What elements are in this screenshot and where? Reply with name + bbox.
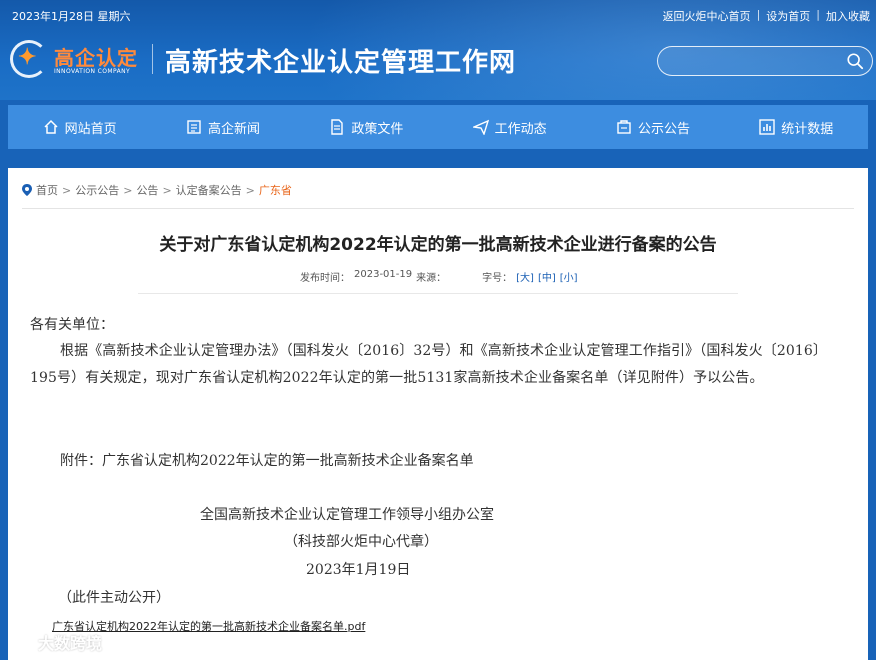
logo-divider xyxy=(152,44,153,74)
divider xyxy=(138,293,738,294)
breadcrumb-current: 广东省 xyxy=(258,184,292,197)
site-header: 2023年1月28日 星期六 返回火炬中心首页 | 设为首页 | 加入收藏 ✦ … xyxy=(0,0,876,100)
signature-date: 2023年1月19日 xyxy=(306,562,411,578)
search-box xyxy=(657,46,873,76)
breadcrumb: 首页 > 公示公告 > 公告 > 认定备案公告 > 广东省 xyxy=(22,182,292,198)
content-panel: 首页 > 公示公告 > 公告 > 认定备案公告 > 广东省 关于对广东省认定机构… xyxy=(8,168,868,660)
current-date: 2023年1月28日 星期六 xyxy=(12,10,131,23)
location-pin-icon xyxy=(22,184,32,196)
chart-icon xyxy=(759,119,775,135)
home-icon xyxy=(44,119,58,134)
breadcrumb-separator: > xyxy=(245,183,255,197)
main-nav: 网站首页 高企新闻 政策文件 工作动态 公示公告 统计数据 xyxy=(8,105,868,149)
font-size-large[interactable]: [大] xyxy=(516,269,534,284)
watermark-logo-icon xyxy=(8,636,30,651)
nav-item-statistics[interactable]: 统计数据 xyxy=(725,105,868,149)
notice-icon xyxy=(617,120,631,134)
divider xyxy=(22,208,854,209)
news-icon xyxy=(187,120,201,134)
document-icon xyxy=(331,119,344,135)
attachment-note: 附件：广东省认定机构2022年认定的第一批高新技术企业备案名单 xyxy=(60,453,474,469)
send-icon xyxy=(472,119,489,135)
watermark: 大数跨境 xyxy=(6,630,102,654)
signature-sub: （科技部火炬中心代章） xyxy=(284,534,438,550)
nav-item-home[interactable]: 网站首页 xyxy=(8,105,151,149)
logo-mark-icon: ✦ xyxy=(18,44,37,70)
breadcrumb-separator: > xyxy=(162,183,172,197)
logo-subtext: INNOVATION COMPANY xyxy=(54,68,131,75)
publish-date: 2023-01-19 xyxy=(354,269,413,280)
nav-item-news[interactable]: 高企新闻 xyxy=(151,105,294,149)
breadcrumb-separator: > xyxy=(62,183,72,197)
logo-text: 高企认定 xyxy=(54,46,138,70)
divider: | xyxy=(816,8,820,21)
nav-label: 政策文件 xyxy=(351,121,404,137)
signature-org: 全国高新技术企业认定管理工作领导小组办公室 xyxy=(200,507,494,523)
article-title: 关于对广东省认定机构2022年认定的第一批高新技术企业进行备案的公告 xyxy=(159,235,717,255)
watermark-text: 大数跨境 xyxy=(38,634,103,653)
font-size-medium[interactable]: [中] xyxy=(538,269,556,284)
search-input[interactable] xyxy=(668,51,838,71)
nav-label: 公示公告 xyxy=(637,121,690,137)
link-set-homepage[interactable]: 设为首页 xyxy=(766,8,810,24)
font-size-small[interactable]: [小] xyxy=(560,269,578,284)
publish-label: 发布时间： xyxy=(300,273,350,284)
font-size-label: 字号： xyxy=(482,273,513,284)
disclosure-note: （此件主动公开） xyxy=(58,590,170,606)
divider: | xyxy=(756,8,761,21)
salutation: 各有关单位： xyxy=(30,317,114,333)
site-title: 高新技术企业认定管理工作网 xyxy=(165,48,517,78)
nav-label: 高企新闻 xyxy=(207,121,260,137)
site-logo[interactable]: ✦ 高企认定 INNOVATION COMPANY xyxy=(10,36,150,80)
source-label: 来源： xyxy=(416,273,447,284)
breadcrumb-notices[interactable]: 公告 xyxy=(136,182,158,198)
link-back-to-torch-center[interactable]: 返回火炬中心首页 xyxy=(663,8,751,24)
top-links: 返回火炬中心首页 | 设为首页 | 加入收藏 xyxy=(663,8,870,24)
nav-item-updates[interactable]: 工作动态 xyxy=(438,105,581,149)
search-icon[interactable] xyxy=(846,52,864,70)
article-paragraph: 根据《高新技术企业认定管理办法》（国科发火〔2016〕32号）和《高新技术企业认… xyxy=(30,343,827,386)
nav-item-notices[interactable]: 公示公告 xyxy=(581,105,724,149)
breadcrumb-public-notices[interactable]: 公示公告 xyxy=(75,182,119,198)
breadcrumb-separator: > xyxy=(123,183,133,197)
breadcrumb-filing-notices[interactable]: 认定备案公告 xyxy=(176,182,242,198)
nav-label: 工作动态 xyxy=(494,121,547,137)
nav-item-policy[interactable]: 政策文件 xyxy=(295,105,438,149)
breadcrumb-home[interactable]: 首页 xyxy=(36,182,58,198)
article-meta: 发布时间： 2023-01-19 来源： 字号： [大] [中] [小] xyxy=(300,269,578,284)
link-add-favorite[interactable]: 加入收藏 xyxy=(826,8,870,24)
nav-label: 统计数据 xyxy=(781,121,834,137)
nav-label: 网站首页 xyxy=(64,121,117,137)
